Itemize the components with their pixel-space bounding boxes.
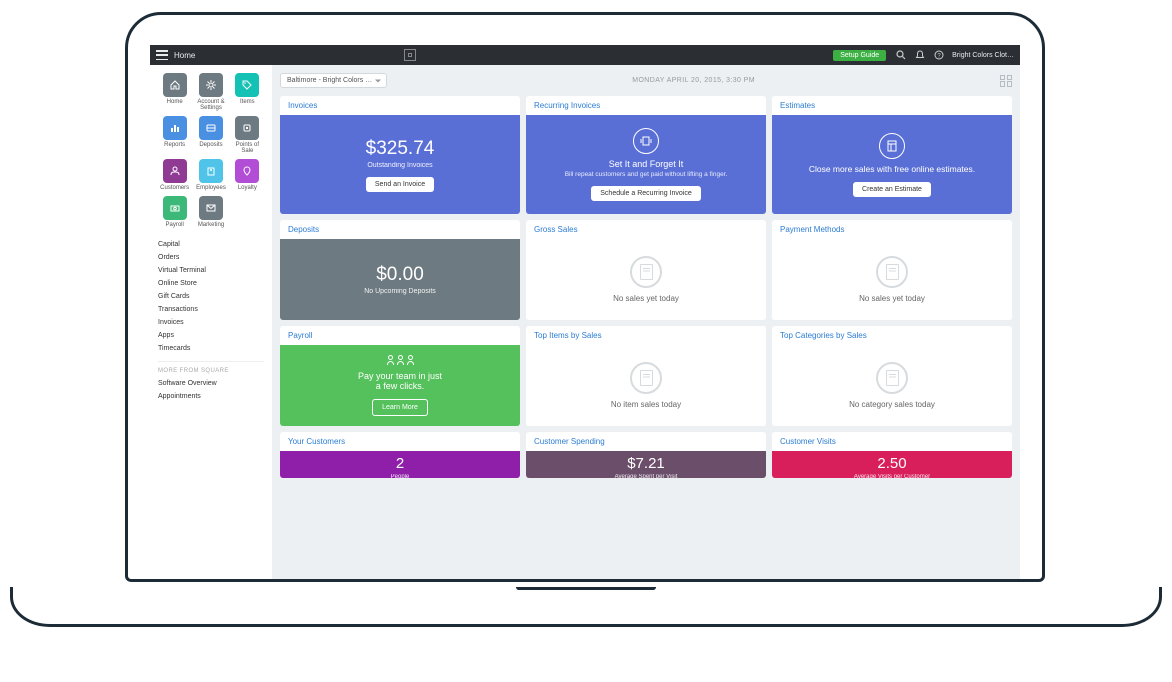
recurring-headline: Set It and Forget It xyxy=(609,159,684,169)
sidebar-link-transactions[interactable]: Transactions xyxy=(158,303,264,316)
card-recurring-invoices: Recurring Invoices Set It and Forget It … xyxy=(526,96,766,214)
empty-text: No item sales today xyxy=(611,400,681,409)
people-icon xyxy=(386,355,414,365)
empty-doc-icon xyxy=(630,256,662,288)
card-title[interactable]: Top Categories by Sales xyxy=(772,326,1012,345)
invoices-sub: Outstanding Invoices xyxy=(367,162,432,169)
visits-value: 2.50 xyxy=(877,455,906,472)
menu-icon[interactable] xyxy=(156,50,168,60)
card-title[interactable]: Customer Spending xyxy=(526,432,766,451)
empty-doc-icon xyxy=(630,362,662,394)
nav-marketing[interactable]: Marketing xyxy=(194,196,227,228)
recurring-sub: Bill repeat customers and get paid witho… xyxy=(565,171,728,178)
empty-text: No category sales today xyxy=(849,400,935,409)
card-top-categories: Top Categories by Sales No category sale… xyxy=(772,326,1012,426)
square-logo-icon xyxy=(404,49,416,61)
visits-sub: Average Visits per Customer xyxy=(854,474,930,478)
location-select[interactable]: Baltimore - Bright Colors … xyxy=(280,73,387,88)
notification-icon[interactable] xyxy=(914,50,925,61)
payroll-headline: Pay your team in just xyxy=(358,371,442,381)
empty-text: No sales yet today xyxy=(613,294,679,303)
sidebar-link-virtual-terminal[interactable]: Virtual Terminal xyxy=(158,264,264,277)
estimate-icon xyxy=(879,133,905,159)
deposits-amount: $0.00 xyxy=(376,264,424,286)
nav-items[interactable]: Items xyxy=(231,73,264,111)
sidebar: Home Account & Settings Items Reports De… xyxy=(150,65,272,579)
layout-grid-icon[interactable] xyxy=(1000,75,1012,87)
card-title[interactable]: Deposits xyxy=(280,220,520,239)
help-icon[interactable]: ? xyxy=(933,50,944,61)
sidebar-link-online-store[interactable]: Online Store xyxy=(158,277,264,290)
customers-sub: People xyxy=(391,474,410,478)
nav-home[interactable]: Home xyxy=(158,73,191,111)
deposits-sub: No Upcoming Deposits xyxy=(364,288,436,295)
card-your-customers: Your Customers 2 People xyxy=(280,432,520,478)
card-title[interactable]: Payment Methods xyxy=(772,220,1012,239)
card-estimates: Estimates Close more sales with free onl… xyxy=(772,96,1012,214)
nav-payroll[interactable]: Payroll xyxy=(158,196,191,228)
card-title[interactable]: Gross Sales xyxy=(526,220,766,239)
home-label[interactable]: Home xyxy=(174,51,195,60)
sidebar-link-invoices[interactable]: Invoices xyxy=(158,316,264,329)
recurring-icon xyxy=(633,128,659,154)
invoices-amount: $325.74 xyxy=(366,138,435,160)
sidebar-link-gift-cards[interactable]: Gift Cards xyxy=(158,290,264,303)
main-content: Baltimore - Bright Colors … MONDAY APRIL… xyxy=(272,65,1020,579)
empty-doc-icon xyxy=(876,362,908,394)
card-customer-spending: Customer Spending $7.21 Average Spent pe… xyxy=(526,432,766,478)
nav-settings[interactable]: Account & Settings xyxy=(194,73,227,111)
empty-doc-icon xyxy=(876,256,908,288)
sidebar-link-software-overview[interactable]: Software Overview xyxy=(158,377,264,390)
card-title[interactable]: Payroll xyxy=(280,326,520,345)
nav-customers[interactable]: Customers xyxy=(158,159,191,191)
card-title[interactable]: Top Items by Sales xyxy=(526,326,766,345)
nav-loyalty[interactable]: Loyalty xyxy=(231,159,264,191)
card-title[interactable]: Your Customers xyxy=(280,432,520,451)
empty-text: No sales yet today xyxy=(859,294,925,303)
nav-deposits[interactable]: Deposits xyxy=(194,116,227,154)
card-invoices: Invoices $325.74 Outstanding Invoices Se… xyxy=(280,96,520,214)
estimates-headline: Close more sales with free online estima… xyxy=(809,164,975,174)
search-icon[interactable] xyxy=(895,50,906,61)
nav-pos[interactable]: Points of Sale xyxy=(231,116,264,154)
sidebar-link-orders[interactable]: Orders xyxy=(158,251,264,264)
card-payment-methods: Payment Methods No sales yet today xyxy=(772,220,1012,320)
sidebar-link-timecards[interactable]: Timecards xyxy=(158,342,264,355)
learn-more-button[interactable]: Learn More xyxy=(372,399,428,416)
card-title[interactable]: Estimates xyxy=(772,96,1012,115)
topbar: Home Setup Guide ? Bright Colors Clot… xyxy=(150,45,1020,65)
payroll-headline2: a few clicks. xyxy=(376,381,425,391)
sidebar-link-appointments[interactable]: Appointments xyxy=(158,390,264,403)
card-title[interactable]: Customer Visits xyxy=(772,432,1012,451)
customers-value: 2 xyxy=(396,455,404,472)
setup-guide-button[interactable]: Setup Guide xyxy=(833,50,886,61)
spending-value: $7.21 xyxy=(627,455,665,472)
more-from-square-heading: MORE FROM SQUARE xyxy=(158,361,264,377)
card-customer-visits: Customer Visits 2.50 Average Visits per … xyxy=(772,432,1012,478)
sidebar-link-capital[interactable]: Capital xyxy=(158,238,264,251)
store-name[interactable]: Bright Colors Clot… xyxy=(952,52,1014,59)
card-title[interactable]: Recurring Invoices xyxy=(526,96,766,115)
schedule-recurring-button[interactable]: Schedule a Recurring Invoice xyxy=(591,186,700,201)
send-invoice-button[interactable]: Send an Invoice xyxy=(366,177,434,192)
nav-employees[interactable]: Employees xyxy=(194,159,227,191)
spending-sub: Average Spent per Visit xyxy=(615,474,678,478)
card-deposits: Deposits $0.00 No Upcoming Deposits xyxy=(280,220,520,320)
sidebar-link-apps[interactable]: Apps xyxy=(158,329,264,342)
date-display: MONDAY APRIL 20, 2015, 3:30 PM xyxy=(632,77,755,84)
create-estimate-button[interactable]: Create an Estimate xyxy=(853,182,931,197)
card-gross-sales: Gross Sales No sales yet today xyxy=(526,220,766,320)
card-title[interactable]: Invoices xyxy=(280,96,520,115)
card-top-items: Top Items by Sales No item sales today xyxy=(526,326,766,426)
nav-reports[interactable]: Reports xyxy=(158,116,191,154)
card-payroll: Payroll Pay your team in just a few clic… xyxy=(280,326,520,426)
